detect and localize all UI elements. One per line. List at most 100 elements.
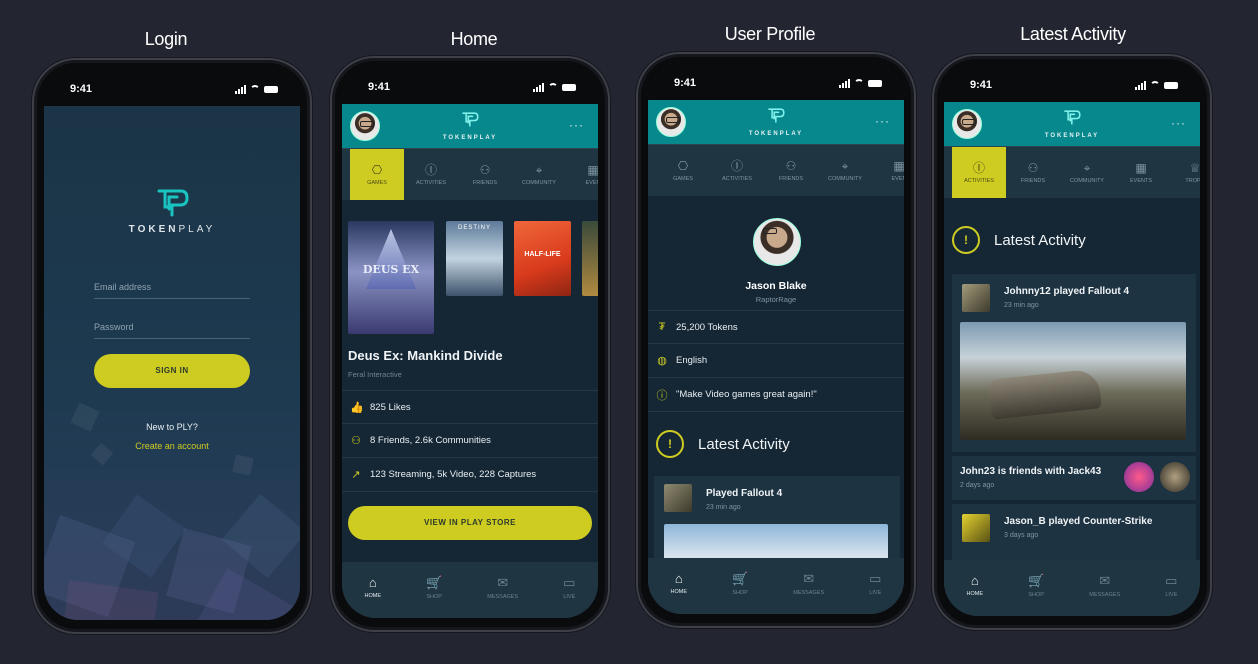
likes-row[interactable]: 👍 825 Likes — [342, 390, 598, 424]
friend-avatar[interactable] — [1160, 462, 1190, 492]
mockup-stage: Login Home User Profile Latest Activity … — [0, 0, 1258, 664]
profile-screen: 9:41 TOKENPLAY ··· ⎔ GAMES ⓘ ACTIVITIES ⚇ FRI… — [648, 66, 904, 614]
info-icon: ⓘ — [730, 158, 743, 173]
status-time: 9:41 — [368, 81, 391, 93]
tab-events[interactable]: ▦ EVENTS — [1114, 147, 1168, 198]
tokenplay-logo-icon — [1064, 110, 1081, 125]
pin-icon: ⌖ — [841, 158, 849, 173]
tab-games[interactable]: ⎔ GAMES — [350, 149, 404, 200]
more-menu-icon[interactable]: ··· — [1171, 116, 1186, 130]
friends-row[interactable]: ⚇ 8 Friends, 2.6k Communities — [342, 424, 598, 458]
nav-shop[interactable]: 🛒 SHOP — [732, 571, 748, 596]
nav-messages[interactable]: ✉ MESSAGES — [1089, 573, 1120, 598]
tab-friends[interactable]: ⚇ FRIENDS — [458, 149, 512, 200]
nav-label: MESSAGES — [793, 589, 825, 596]
avatar[interactable] — [952, 109, 982, 139]
globe-icon: ◍ — [657, 355, 667, 367]
info-icon: ! — [656, 430, 684, 458]
tab-label: ACTIVITIES — [416, 179, 446, 186]
create-account-link[interactable]: Create an account — [44, 441, 300, 451]
nav-live[interactable]: ▭ LIVE — [563, 575, 575, 600]
nav-label: HOME — [966, 591, 984, 597]
tab-games[interactable]: ⎔ GAMES — [656, 145, 710, 196]
activity-card[interactable]: John23 is friends with Jack43 2 days ago — [952, 456, 1196, 500]
battery-icon — [1164, 81, 1178, 89]
streaming-row[interactable]: ↗ 123 Streaming, 5k Video, 228 Captures — [342, 458, 598, 492]
tab-friends[interactable]: ⚇ FRIENDS — [764, 145, 818, 196]
nav-home[interactable]: ⌂ HOME — [967, 573, 984, 597]
friend-avatar[interactable] — [1124, 462, 1154, 492]
game-details: DEUS EX DESTINY HALF-LIFE Deus Ex: Manki… — [342, 200, 598, 562]
tab-activities[interactable]: ⓘ ACTIVITIES — [710, 145, 764, 196]
latest-activity-header: ! Latest Activity — [952, 226, 1086, 254]
nav-messages[interactable]: ✉ MESSAGES — [487, 575, 518, 600]
gamepad-icon: ⎔ — [677, 158, 689, 173]
avatar[interactable] — [350, 111, 380, 141]
phone-profile: 9:41 TOKENPLAY ··· ⎔ GAMES ⓘ ACTIVITIES ⚇ FRI… — [636, 52, 916, 628]
nav-label: HOME — [364, 593, 382, 599]
email-field[interactable]: Email address — [94, 282, 250, 299]
gamepad-icon: ⎔ — [371, 162, 383, 177]
video-icon: ▭ — [563, 574, 576, 590]
tab-troph[interactable]: ♕ TROPH — [1168, 147, 1200, 198]
game-cover[interactable] — [582, 221, 598, 296]
nav-live[interactable]: ▭ LIVE — [869, 571, 881, 596]
tokenplay-logo-icon — [157, 189, 189, 217]
game-cover[interactable]: DEUS EX — [348, 221, 434, 334]
screen-title-login: Login — [144, 29, 188, 49]
game-title: Deus Ex: Mankind Divide — [348, 348, 503, 363]
nav-home[interactable]: ⌂ HOME — [671, 571, 688, 595]
tab-label: COMMUNITY — [828, 175, 862, 182]
language-row: ◍ English — [648, 344, 904, 378]
avatar[interactable] — [656, 107, 686, 137]
tab-activities[interactable]: ⓘ ACTIVITIES — [952, 147, 1006, 198]
game-thumbnail — [962, 284, 990, 312]
activity-card[interactable]: Jason_B played Counter-Strike 3 days ago — [952, 504, 1196, 564]
more-menu-icon[interactable]: ··· — [875, 114, 890, 128]
view-in-play-store-button[interactable]: VIEW IN PLAY STORE — [348, 506, 592, 540]
more-menu-icon[interactable]: ··· — [569, 118, 584, 132]
cart-icon: 🛒 — [426, 574, 443, 590]
tab-even[interactable]: ▦ EVEN — [872, 145, 905, 196]
nav-shop[interactable]: 🛒 SHOP — [426, 575, 442, 600]
activity-card[interactable]: Johnny12 played Fallout 4 23 min ago — [952, 274, 1196, 452]
home-icon: ⌂ — [970, 573, 979, 588]
pin-icon: ⌖ — [1083, 160, 1091, 175]
phone-login: 9:41 TOKENPLAY Email address Password SI… — [32, 58, 312, 634]
nav-home[interactable]: ⌂ HOME — [365, 575, 382, 599]
quote-row: ⓘ "Make Video games great again!" — [648, 378, 904, 412]
info-icon: ⓘ — [424, 162, 437, 177]
tab-community[interactable]: ⌖ COMMUNITY — [818, 145, 872, 196]
tab-community[interactable]: ⌖ COMMUNITY — [512, 149, 566, 200]
app-header: TOKENPLAY ··· — [648, 100, 904, 144]
status-time: 9:41 — [970, 79, 993, 91]
bottom-nav: ⌂ HOME 🛒 SHOP ✉ MESSAGES ▭ LIVE — [944, 560, 1200, 616]
profile-avatar — [753, 218, 801, 266]
wifi-icon — [250, 85, 260, 93]
friends-icon: ⚇ — [785, 158, 797, 173]
nav-label: HOME — [670, 589, 688, 595]
nav-label: SHOP — [426, 593, 442, 600]
nav-label: MESSAGES — [487, 593, 519, 600]
tab-even[interactable]: ▦ EVEN — [566, 149, 599, 200]
tab-label: FRIENDS — [778, 175, 804, 182]
game-cover[interactable]: HALF-LIFE — [514, 221, 571, 296]
calendar-icon: ▦ — [1135, 160, 1147, 175]
nav-label: LIVE — [869, 589, 882, 596]
nav-shop[interactable]: 🛒 SHOP — [1028, 573, 1044, 598]
cart-icon: 🛒 — [1028, 572, 1045, 588]
signal-icon — [1135, 80, 1146, 90]
nav-messages[interactable]: ✉ MESSAGES — [793, 571, 824, 596]
app-header: TOKENPLAY ··· — [342, 104, 598, 148]
tab-label: FRIENDS — [472, 179, 498, 186]
tab-label: EVEN — [585, 179, 599, 186]
tab-community[interactable]: ⌖ COMMUNITY — [1060, 147, 1114, 198]
nav-live[interactable]: ▭ LIVE — [1165, 573, 1177, 598]
tab-activities[interactable]: ⓘ ACTIVITIES — [404, 149, 458, 200]
home-icon: ⌂ — [368, 575, 377, 590]
sign-in-button[interactable]: SIGN IN — [94, 354, 250, 388]
password-field[interactable]: Password — [94, 322, 250, 339]
tab-friends[interactable]: ⚇ FRIENDS — [1006, 147, 1060, 198]
game-cover[interactable]: DESTINY — [446, 221, 503, 296]
token-icon: ₮ — [658, 321, 666, 333]
